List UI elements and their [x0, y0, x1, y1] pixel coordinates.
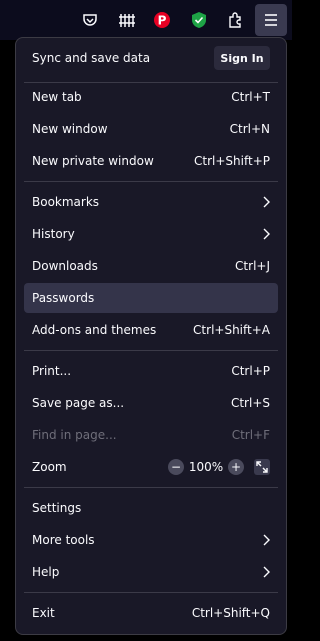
menu-item-addons-and-themes[interactable]: Add-ons and themes Ctrl+Shift+A — [24, 315, 278, 345]
separator — [24, 487, 278, 488]
browser-toolbar: P — [0, 0, 292, 40]
extensions-icon[interactable] — [220, 4, 252, 36]
svg-text:P: P — [158, 14, 167, 28]
sign-in-button[interactable]: Sign In — [214, 46, 270, 70]
chevron-right-icon — [260, 227, 270, 241]
menu-item-new-tab[interactable]: New tab Ctrl+T — [24, 82, 278, 112]
menu-item-find-in-page: Find in page... Ctrl+F — [32, 428, 270, 442]
app-menu-panel: Sync and save data Sign In New tab Ctrl+… — [15, 37, 287, 635]
menu-item-help[interactable]: Help — [24, 557, 278, 587]
pocket-icon[interactable] — [74, 4, 106, 36]
menu-item-bookmarks[interactable]: Bookmarks — [24, 187, 278, 217]
shield-extension-icon[interactable] — [183, 4, 215, 36]
chevron-right-icon — [260, 565, 270, 579]
separator — [24, 181, 278, 182]
menu-item-settings[interactable]: Settings — [24, 493, 278, 523]
fullscreen-icon[interactable] — [254, 459, 270, 475]
zoom-out-button[interactable]: − — [168, 459, 184, 475]
zoom-level[interactable]: 100% — [184, 460, 228, 474]
menu-item-new-window[interactable]: New window Ctrl+N — [24, 114, 278, 144]
separator — [24, 350, 278, 351]
separator — [24, 592, 278, 593]
zoom-row: Zoom − 100% + — [24, 452, 278, 482]
menu-item-passwords[interactable]: Passwords — [24, 283, 278, 313]
menu-icon[interactable] — [255, 4, 287, 36]
library-icon[interactable] — [111, 4, 143, 36]
zoom-label: Zoom — [32, 460, 67, 474]
pinterest-icon[interactable]: P — [146, 4, 178, 36]
chevron-right-icon — [260, 195, 270, 209]
menu-item-history[interactable]: History — [24, 219, 278, 249]
menu-item-downloads[interactable]: Downloads Ctrl+J — [24, 251, 278, 281]
menu-item-new-private-window[interactable]: New private window Ctrl+Shift+P — [24, 146, 278, 176]
zoom-in-button[interactable]: + — [228, 459, 244, 475]
menu-item-more-tools[interactable]: More tools — [24, 525, 278, 555]
chevron-right-icon — [260, 533, 270, 547]
menu-item-exit[interactable]: Exit Ctrl+Shift+Q — [24, 598, 278, 628]
menu-item-save-page-as[interactable]: Save page as... Ctrl+S — [24, 388, 278, 418]
menu-item-print[interactable]: Print... Ctrl+P — [24, 356, 278, 386]
